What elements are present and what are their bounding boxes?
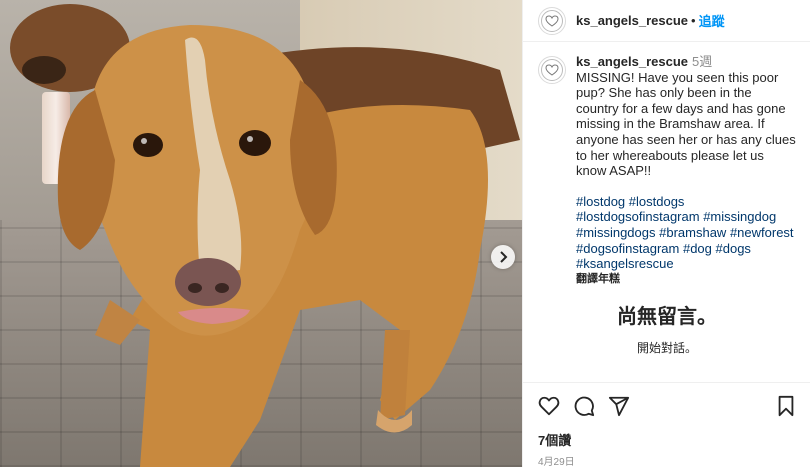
angel-logo-icon [541, 9, 563, 32]
angel-logo-icon [541, 59, 563, 81]
follow-button[interactable]: 追蹤 [699, 11, 725, 30]
no-comments-placeholder: 尚無留言。 開始對話。 [523, 300, 810, 356]
caption: ks_angels_rescue 5週 MISSING! Have you see… [523, 42, 810, 287]
hashtag-link[interactable]: #dogsofinstagram [576, 241, 679, 256]
chevron-right-icon [500, 251, 508, 263]
post-photo [0, 0, 522, 467]
separator-dot: • [691, 13, 696, 28]
header-username[interactable]: ks_angels_rescue [576, 13, 688, 28]
hashtag-link[interactable]: #dog [683, 241, 712, 256]
dog-illustration [10, 4, 520, 467]
no-comments-title: 尚無留言。 [617, 306, 717, 328]
hashtag-link[interactable]: #missingdogs [576, 225, 656, 240]
translate-link[interactable]: 翻譯年糕 [576, 272, 796, 288]
like-count[interactable]: 7個讚 [538, 430, 797, 449]
heart-icon[interactable] [538, 395, 560, 417]
hashtag-link[interactable]: #dogs [716, 241, 751, 256]
hashtag-link[interactable]: #lostdogs [629, 194, 685, 209]
hashtag-link[interactable]: #lostdog [576, 194, 625, 209]
hashtag-list: #lostdog #lostdogs #lostdogsofinstagram … [576, 194, 796, 272]
caption-text: MISSING! Have you seen this poor pup? Sh… [576, 69, 796, 179]
caption-body: ks_angels_rescue 5週 MISSING! Have you see… [576, 54, 796, 287]
hashtag-link[interactable]: #bramshaw [659, 225, 726, 240]
post-header: ks_angels_rescue • 追蹤 [523, 0, 810, 42]
start-conversation-text: 開始對話。 [636, 341, 697, 355]
profile-avatar[interactable] [538, 6, 566, 35]
next-photo-button[interactable] [491, 245, 515, 269]
action-bar: 7個讚 4月29日 [523, 382, 810, 467]
hashtag-link[interactable]: #missingdog [703, 209, 776, 224]
post-side-panel: ks_angels_rescue • 追蹤 ks_angels_rescue 5週… [522, 0, 810, 467]
caption-time[interactable]: 5週 [692, 54, 712, 69]
post-date[interactable]: 4月29日 [538, 453, 797, 467]
hashtag-link[interactable]: #ksangelsrescue [576, 256, 674, 271]
caption-avatar[interactable] [538, 56, 566, 84]
hashtag-link[interactable]: #newforest [730, 225, 794, 240]
comment-icon[interactable] [573, 395, 595, 417]
hashtag-link[interactable]: #lostdogsofinstagram [576, 209, 700, 224]
send-icon[interactable] [608, 395, 630, 417]
caption-username[interactable]: ks_angels_rescue [576, 54, 688, 69]
action-icons [538, 395, 797, 417]
bookmark-icon[interactable] [775, 395, 797, 417]
